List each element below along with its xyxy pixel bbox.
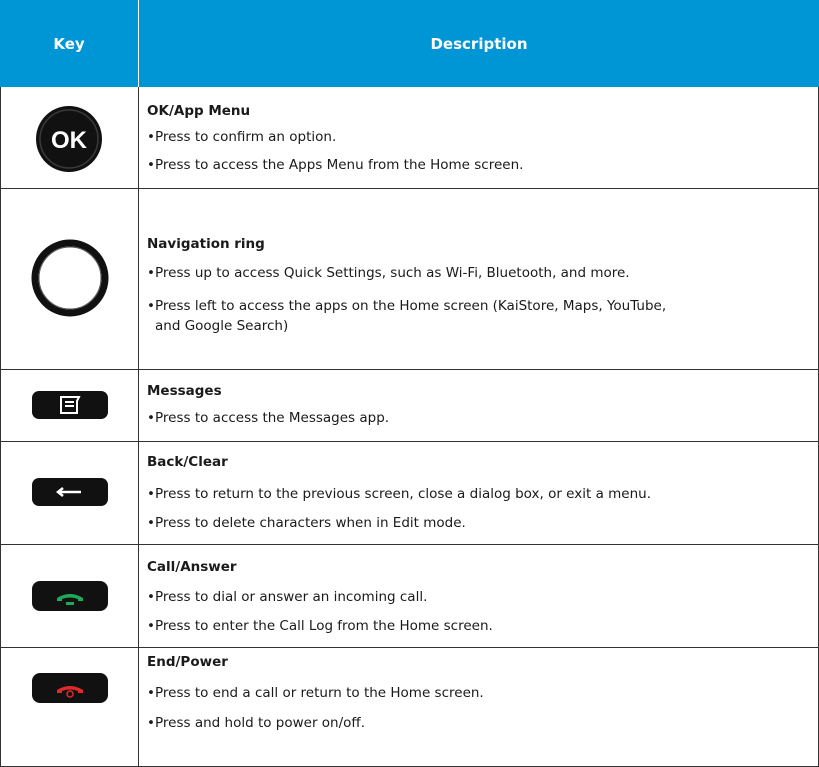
header-key: Key	[53, 34, 85, 53]
bullet-item: •Press to dial or answer an incoming cal…	[147, 589, 428, 605]
messages-key-icon	[32, 391, 108, 419]
key-title: Call/Answer	[147, 559, 237, 575]
bullet-item: •Press to return to the previous screen,…	[147, 486, 651, 502]
table-row: Back/Clear •Press to return to the previ…	[0, 442, 819, 545]
bullet-item: •Press to access the Apps Menu from the …	[147, 157, 524, 173]
table-row: Call/Answer •Press to dial or answer an …	[0, 545, 819, 648]
table-header: Key Description	[0, 0, 819, 87]
back-clear-key-icon	[32, 478, 108, 506]
bullet-item: •Press to delete characters when in Edit…	[147, 515, 466, 531]
bullet-item: •Press to enter the Call Log from the Ho…	[147, 618, 493, 634]
header-description: Description	[430, 34, 528, 53]
key-title: Navigation ring	[147, 236, 265, 252]
key-cell	[1, 545, 139, 647]
key-title: End/Power	[147, 654, 228, 670]
bullet-item: •Press and hold to power on/off.	[147, 715, 366, 731]
bullet-item: •Press up to access Quick Settings, such…	[147, 265, 630, 281]
navigation-ring-icon	[31, 239, 109, 317]
key-cell	[1, 189, 139, 369]
table-row: End/Power •Press to end a call or return…	[0, 648, 819, 767]
table-row: Messages •Press to access the Messages a…	[0, 370, 819, 442]
bullet-item-continued: and Google Search)	[155, 318, 289, 334]
svg-text:OK: OK	[51, 127, 88, 154]
end-power-key-icon	[32, 673, 108, 703]
call-answer-key-icon	[32, 581, 108, 611]
bullet-item: •Press to access the Messages app.	[147, 410, 390, 426]
bullet-item: •Press to confirm an option.	[147, 129, 337, 145]
table-row: OK OK/App Menu •Press to confirm an opti…	[0, 87, 819, 189]
key-title: Back/Clear	[147, 454, 228, 470]
key-cell: OK	[1, 87, 139, 188]
ok-button-icon: OK	[36, 106, 102, 172]
key-cell	[1, 648, 139, 766]
key-title: Messages	[147, 383, 222, 399]
key-cell	[1, 370, 139, 441]
bullet-item: •Press to end a call or return to the Ho…	[147, 685, 484, 701]
bullet-item: •Press left to access the apps on the Ho…	[147, 298, 667, 314]
key-title: OK/App Menu	[147, 103, 251, 119]
table-row: Navigation ring •Press up to access Quic…	[0, 189, 819, 370]
key-cell	[1, 442, 139, 544]
